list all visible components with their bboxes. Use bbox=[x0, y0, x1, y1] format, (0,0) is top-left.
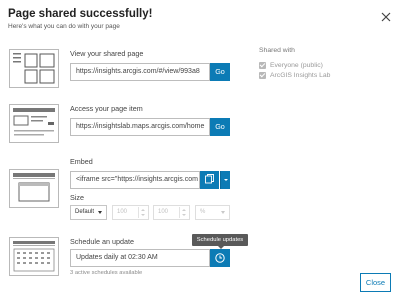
dialog-subtitle: Here's what you can do with your page bbox=[8, 23, 120, 30]
embed-options-button[interactable] bbox=[220, 171, 230, 189]
everyone-label: Everyone (public) bbox=[270, 61, 323, 69]
page-item-go-button[interactable]: Go bbox=[210, 118, 230, 136]
shared-insights-lab-option: ArcGIS Insights Lab bbox=[259, 70, 330, 80]
view-page-label: View your shared page bbox=[70, 49, 144, 58]
width-stepper-icon bbox=[138, 207, 147, 218]
close-icon[interactable] bbox=[381, 9, 391, 22]
dialog-title: Page shared successfully! bbox=[8, 8, 153, 20]
size-height-value: 100 bbox=[158, 209, 169, 215]
size-mode-value: Default bbox=[75, 209, 95, 215]
share-dialog: Page shared successfully! Here's what yo… bbox=[0, 0, 400, 300]
schedule-tooltip: Schedule updates bbox=[192, 234, 248, 249]
caret-down-icon bbox=[221, 211, 225, 214]
clock-icon bbox=[215, 253, 225, 263]
caret-down-icon bbox=[98, 211, 102, 214]
schedule-field[interactable]: Updates daily at 02:30 AM bbox=[70, 249, 210, 267]
shared-page-thumbnail bbox=[9, 49, 59, 88]
insights-lab-label: ArcGIS Insights Lab bbox=[270, 71, 331, 79]
size-width-input[interactable]: 100 bbox=[112, 205, 149, 220]
shared-page-url-field[interactable]: https://insights.arcgis.com/#/view/993a8 bbox=[70, 63, 210, 81]
embed-thumbnail bbox=[9, 169, 59, 208]
view-page-go-button[interactable]: Go bbox=[210, 63, 230, 81]
page-item-label: Access your page item bbox=[70, 104, 143, 113]
close-button[interactable]: Close bbox=[360, 273, 391, 292]
page-item-url-field[interactable]: https://insightslab.maps.arcgis.com/home bbox=[70, 118, 210, 136]
active-schedules-note: 3 active schedules available bbox=[70, 270, 143, 276]
schedule-updates-button[interactable] bbox=[210, 249, 230, 267]
copy-embed-button[interactable] bbox=[200, 171, 219, 189]
size-unit-value: % bbox=[200, 209, 206, 215]
everyone-checkbox bbox=[259, 61, 266, 69]
schedule-thumbnail bbox=[9, 237, 59, 276]
size-unit-select[interactable]: % bbox=[195, 205, 230, 220]
page-item-thumbnail bbox=[9, 104, 59, 143]
size-width-value: 100 bbox=[117, 209, 128, 215]
embed-code-field[interactable]: <iframe src="https://insights.arcgis.com bbox=[70, 171, 200, 189]
shared-everyone-option: Everyone (public) bbox=[259, 60, 323, 70]
size-height-input[interactable]: 100 bbox=[153, 205, 190, 220]
insights-lab-checkbox bbox=[259, 71, 266, 79]
embed-label: Embed bbox=[70, 157, 93, 166]
size-mode-select[interactable]: Default bbox=[70, 205, 107, 220]
schedule-label: Schedule an update bbox=[70, 237, 134, 246]
height-stepper-icon bbox=[179, 207, 188, 218]
size-label: Size bbox=[70, 193, 84, 202]
chevron-down-icon bbox=[224, 179, 228, 181]
shared-with-title: Shared with bbox=[259, 47, 295, 54]
copy-icon bbox=[205, 174, 214, 184]
